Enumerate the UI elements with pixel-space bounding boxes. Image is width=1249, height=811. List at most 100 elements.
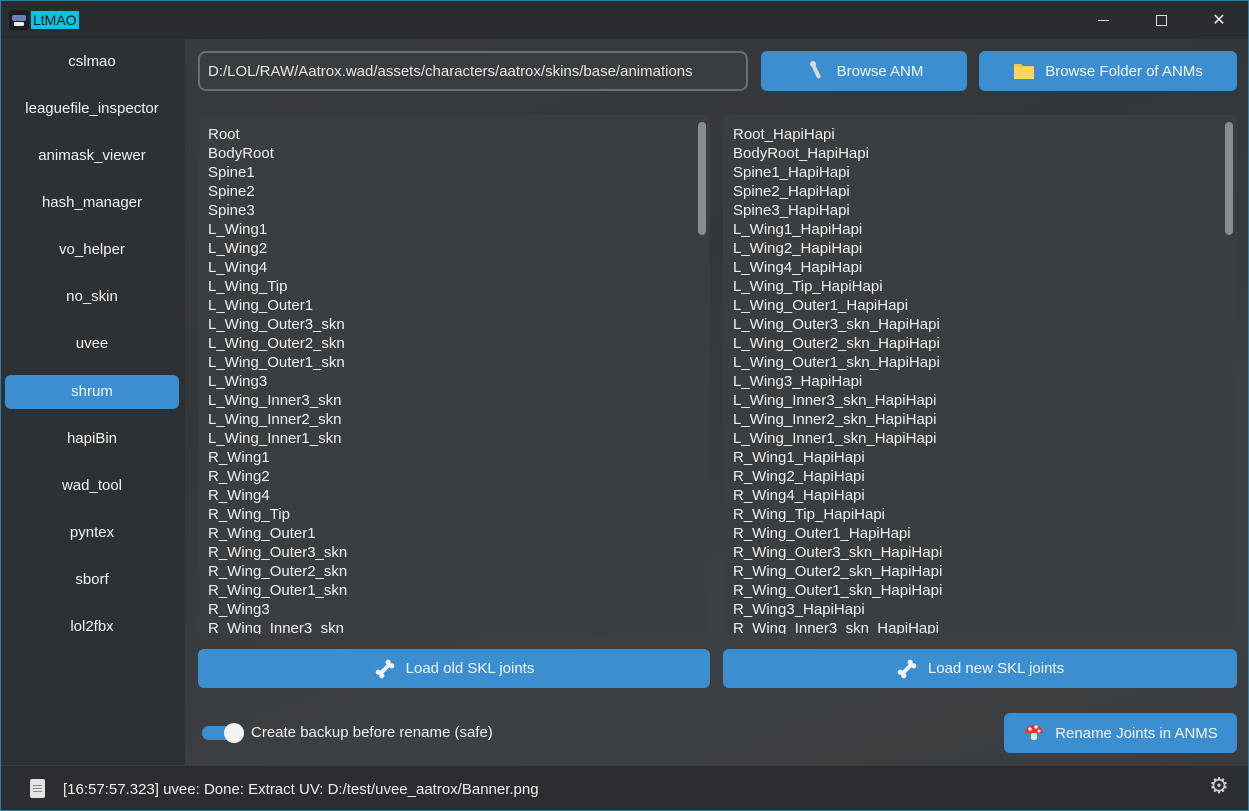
- new-joint-item: L_Wing_Inner1_skn_HapiHapi: [733, 430, 937, 447]
- rename-joints-label: Rename Joints in ANMS: [1055, 724, 1218, 742]
- sidebar-item-lol2fbx[interactable]: lol2fbx: [5, 610, 179, 644]
- bone-icon: [896, 658, 918, 680]
- new-joint-item: L_Wing_Inner3_skn_HapiHapi: [733, 392, 937, 409]
- old-joints-lines: Root BodyRoot Spine1 Spine2 Spine3 L_Wing1 L_W…: [208, 125, 690, 634]
- new-joint-item: L_Wing_Tip_HapiHapi: [733, 278, 883, 295]
- load-new-label: Load new SKL joints: [927, 660, 1065, 677]
- old-joint-item: L_Wing_Inner1_skn: [208, 430, 342, 447]
- old-joint-item: L_Wing_Outer3_skn: [208, 316, 345, 333]
- old-joint-item: R_Wing_Outer2_skn: [208, 563, 348, 580]
- app-logo-icon: [9, 10, 29, 30]
- sidebar-item-leaguefile-inspector[interactable]: leaguefile_inspector: [5, 92, 179, 126]
- new-joint-item: R_Wing3_HapiHapi: [733, 601, 865, 618]
- old-joint-item: R_Wing_Outer1_skn: [208, 582, 348, 599]
- close-button[interactable]: ✕: [1190, 1, 1248, 39]
- old-joint-item: L_Wing_Outer1_skn: [208, 354, 345, 371]
- old-joints-list[interactable]: Root BodyRoot Spine1 Spine2 Spine3 L_Wing1 L_W…: [198, 115, 710, 634]
- gear-icon[interactable]: ⚙: [1208, 775, 1230, 797]
- sidebar-item-pyntex[interactable]: pyntex: [5, 516, 179, 550]
- mushroom-icon: [1023, 722, 1045, 744]
- old-joints-scrollbar[interactable]: [698, 122, 706, 235]
- close-icon: ✕: [1212, 12, 1226, 29]
- document-icon[interactable]: [30, 779, 45, 798]
- new-joint-item: R_Wing_Outer3_skn_HapiHapi: [733, 544, 943, 561]
- browse-folder-label: Browse Folder of ANMs: [1045, 62, 1203, 80]
- backup-toggle-knob: [224, 723, 244, 743]
- old-joint-item: L_Wing_Tip: [208, 278, 288, 295]
- sidebar-item-vo-helper[interactable]: vo_helper: [5, 233, 179, 267]
- status-bar: [16:57:57.323] uvee: Done: Extract UV: D…: [1, 765, 1248, 810]
- new-joints-scrollbar[interactable]: [1225, 122, 1233, 235]
- sidebar-item-animask-viewer[interactable]: animask_viewer: [5, 139, 179, 173]
- old-joint-item: R_Wing_Inner3_skn: [208, 620, 344, 634]
- sidebar-item-hapibin[interactable]: hapiBin: [5, 422, 179, 456]
- sidebar: cslmao leaguefile_inspector animask_view…: [1, 39, 185, 765]
- browse-folder-button[interactable]: Browse Folder of ANMs: [979, 51, 1237, 91]
- sidebar-item-cslmao[interactable]: cslmao: [5, 45, 179, 79]
- new-joint-item: R_Wing2_HapiHapi: [733, 468, 865, 485]
- app-title: LtMAO: [31, 11, 79, 29]
- rename-joints-button[interactable]: Rename Joints in ANMS: [1004, 713, 1237, 753]
- folder-icon: [1013, 60, 1035, 82]
- new-joint-item: L_Wing_Outer3_skn_HapiHapi: [733, 316, 940, 333]
- new-joints-lines: Root_HapiHapi BodyRoot_HapiHapi Spine1_Hap…: [733, 125, 1217, 634]
- new-joint-item: L_Wing4_HapiHapi: [733, 259, 863, 276]
- anm-path-input[interactable]: [198, 51, 748, 91]
- app-window: LtMAO ✕ cslmao leaguefile_inspector anim…: [0, 0, 1249, 811]
- old-joint-item: L_Wing1: [208, 221, 268, 238]
- browse-anm-button[interactable]: Browse ANM: [761, 51, 967, 91]
- old-joint-item: Spine3: [208, 202, 255, 219]
- sidebar-item-no-skin[interactable]: no_skin: [5, 280, 179, 314]
- sidebar-item-sborf[interactable]: sborf: [5, 563, 179, 597]
- maximize-button[interactable]: [1132, 1, 1190, 39]
- load-new-skl-button[interactable]: Load new SKL joints: [723, 649, 1237, 688]
- old-joint-item: L_Wing2: [208, 240, 268, 257]
- old-joint-item: L_Wing_Outer2_skn: [208, 335, 345, 352]
- new-joint-item: R_Wing_Tip_HapiHapi: [733, 506, 886, 523]
- new-joint-item: R_Wing1_HapiHapi: [733, 449, 865, 466]
- main-panel: Browse ANM Browse Folder of ANMs Root Bod…: [185, 39, 1248, 765]
- new-joint-item: Spine2_HapiHapi: [733, 183, 850, 200]
- old-joint-item: L_Wing4: [208, 259, 268, 276]
- sidebar-item-hash-manager[interactable]: hash_manager: [5, 186, 179, 220]
- new-joint-item: L_Wing1_HapiHapi: [733, 221, 863, 238]
- new-joints-list[interactable]: Root_HapiHapi BodyRoot_HapiHapi Spine1_Hap…: [723, 115, 1237, 634]
- status-text: [16:57:57.323] uvee: Done: Extract UV: D…: [63, 781, 539, 798]
- old-joint-item: L_Wing_Inner3_skn: [208, 392, 342, 409]
- new-joint-item: Root_HapiHapi: [733, 126, 835, 143]
- new-joint-item: R_Wing_Outer1_skn_HapiHapi: [733, 582, 943, 599]
- browse-anm-label: Browse ANM: [836, 62, 924, 80]
- old-joint-item: R_Wing3: [208, 601, 270, 618]
- old-joint-item: R_Wing1: [208, 449, 270, 466]
- old-joint-item: L_Wing_Outer1: [208, 297, 314, 314]
- minimize-icon: [1097, 19, 1109, 21]
- old-joint-item: R_Wing4: [208, 487, 270, 504]
- maximize-icon: [1155, 14, 1167, 26]
- new-joint-item: R_Wing_Outer2_skn_HapiHapi: [733, 563, 943, 580]
- old-joint-item: Spine1: [208, 164, 255, 181]
- old-joint-item: R_Wing_Outer3_skn: [208, 544, 348, 561]
- sidebar-item-uvee[interactable]: uvee: [5, 327, 179, 361]
- minimize-button[interactable]: [1074, 1, 1132, 39]
- load-old-label: Load old SKL joints: [405, 660, 535, 677]
- old-joint-item: BodyRoot: [208, 145, 274, 162]
- old-joint-item: Root: [208, 126, 240, 143]
- sidebar-item-shrum[interactable]: shrum: [5, 375, 179, 409]
- backup-toggle[interactable]: [202, 723, 244, 743]
- new-joint-item: L_Wing_Inner2_skn_HapiHapi: [733, 411, 937, 428]
- old-joint-item: Spine2: [208, 183, 255, 200]
- old-joint-item: L_Wing_Inner2_skn: [208, 411, 342, 428]
- backup-toggle-label: Create backup before rename (safe): [251, 724, 493, 741]
- load-old-skl-button[interactable]: Load old SKL joints: [198, 649, 710, 688]
- new-joint-item: L_Wing3_HapiHapi: [733, 373, 863, 390]
- new-joint-item: R_Wing_Inner3_skn_HapiHapi: [733, 620, 939, 634]
- sidebar-item-wad-tool[interactable]: wad_tool: [5, 469, 179, 503]
- new-joint-item: L_Wing_Outer2_skn_HapiHapi: [733, 335, 940, 352]
- bone-icon: [374, 658, 396, 680]
- old-joint-item: R_Wing2: [208, 468, 270, 485]
- old-joint-item: L_Wing3: [208, 373, 268, 390]
- new-joint-item: R_Wing_Outer1_HapiHapi: [733, 525, 911, 542]
- new-joint-item: L_Wing_Outer1_HapiHapi: [733, 297, 909, 314]
- title-bar: LtMAO ✕: [1, 1, 1248, 39]
- new-joint-item: Spine3_HapiHapi: [733, 202, 850, 219]
